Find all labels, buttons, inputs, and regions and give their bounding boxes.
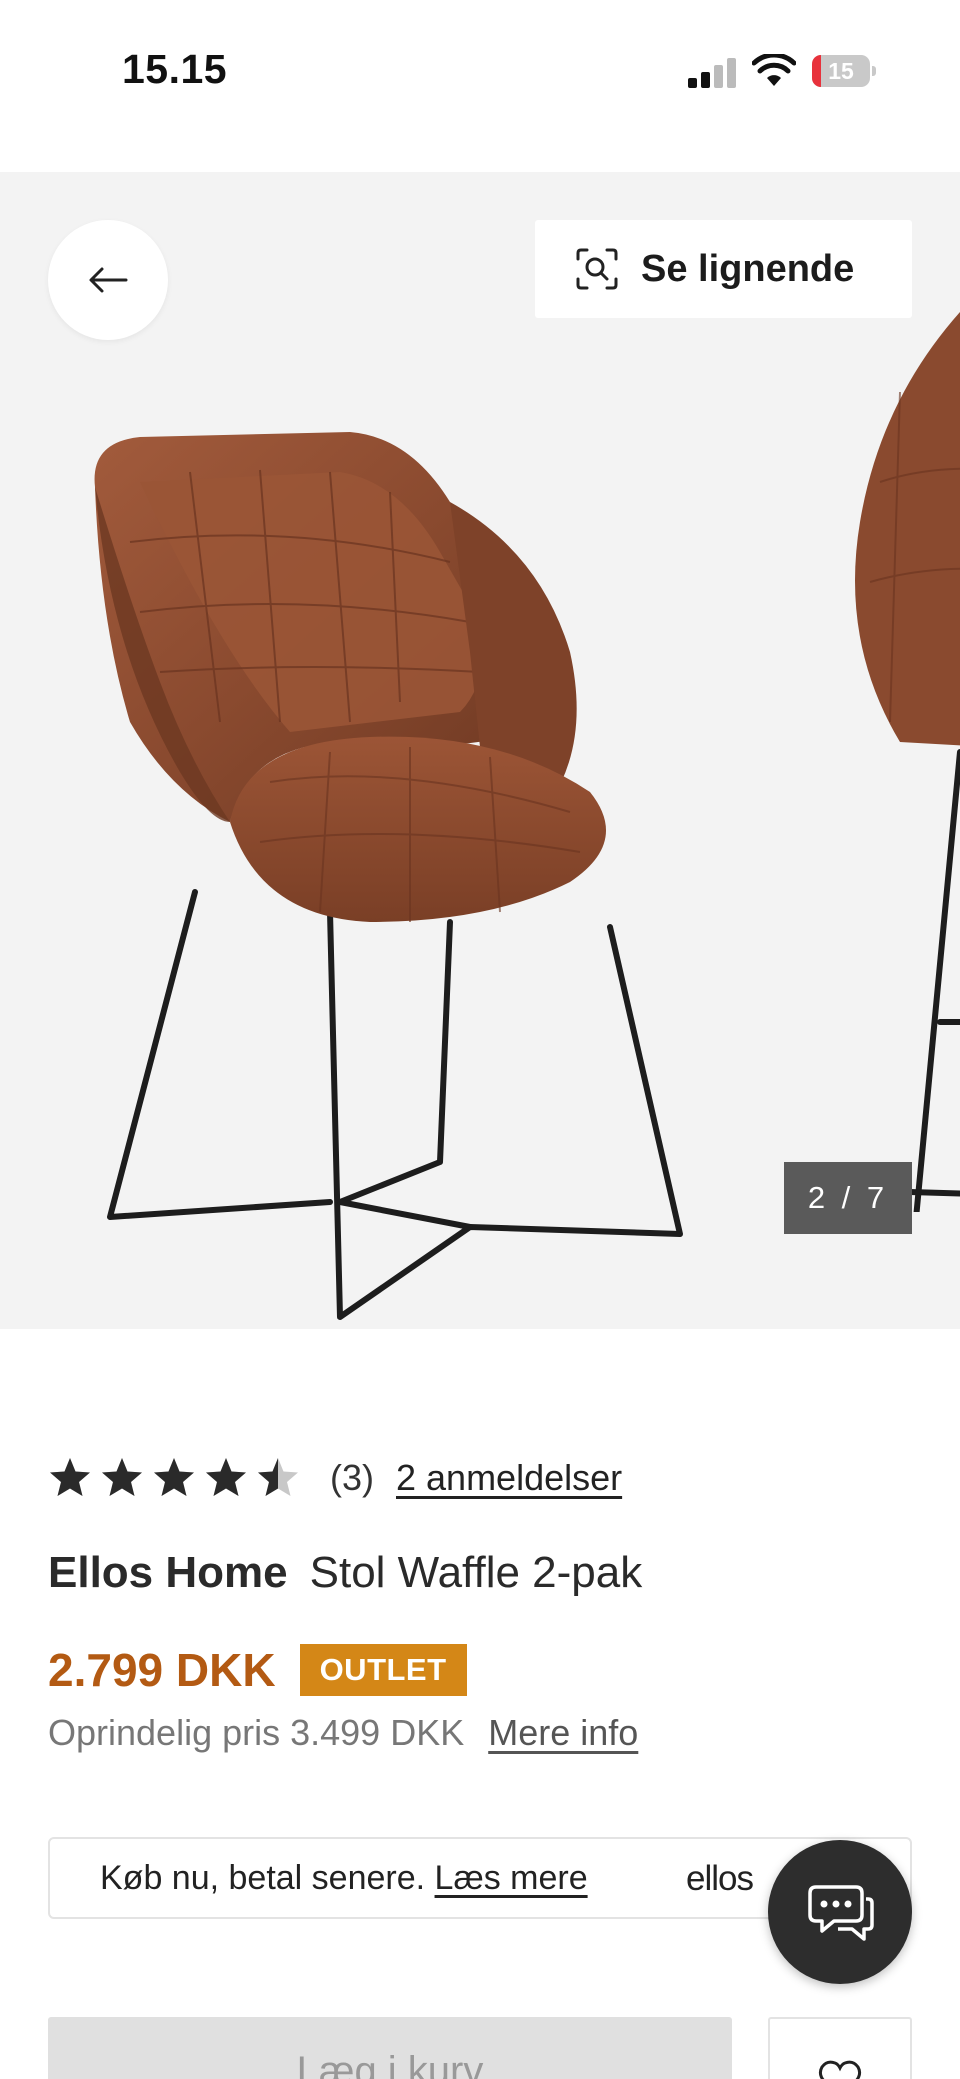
read-more-link[interactable]: Læs mere (435, 1859, 588, 1897)
rating-row: (3) 2 anmeldelser (48, 1450, 622, 1506)
star-icon (50, 1458, 90, 1496)
reviews-link[interactable]: 2 anmeldelser (396, 1457, 622, 1499)
product-image-gallery[interactable]: Se lignende 2 / 7 (0, 172, 960, 1329)
heart-icon (818, 2060, 862, 2079)
product-brand: Ellos Home (48, 1548, 288, 1597)
original-price-row: Oprindelig pris 3.499 DKK Mere info (48, 1712, 638, 1754)
favorite-button[interactable] (768, 2017, 912, 2079)
status-time: 15.15 (122, 46, 228, 92)
back-button[interactable] (48, 220, 168, 340)
see-similar-label: Se lignende (641, 247, 855, 290)
image-counter: 2 / 7 (784, 1162, 912, 1234)
status-bar: 15.15 15 (0, 0, 960, 172)
product-title: Ellos Home Stol Waffle 2-pak (48, 1548, 642, 1598)
arrow-left-icon (89, 267, 128, 293)
add-to-cart-button[interactable]: Læg i kurv (48, 2017, 732, 2079)
price-row: 2.799 DKK OUTLET (48, 1643, 467, 1697)
star-icon (258, 1458, 298, 1496)
visual-search-icon (576, 248, 618, 290)
star-icon (154, 1458, 194, 1496)
product-name: Stol Waffle 2-pak (309, 1548, 643, 1597)
bnpl-text-row: Køb nu, betal senere. Læs mere (100, 1859, 588, 1898)
chat-bubble-icon (808, 1885, 874, 1941)
star-rating (48, 1456, 308, 1500)
wifi-icon (752, 54, 796, 86)
more-info-link[interactable]: Mere info (488, 1712, 638, 1753)
cellular-signal-icon (688, 58, 738, 88)
outlet-badge: OUTLET (299, 1644, 467, 1696)
rating-count: (3) (330, 1457, 374, 1498)
battery-icon: 15 (812, 55, 876, 87)
add-to-cart-label: Læg i kurv (296, 2049, 484, 2079)
product-price: 2.799 DKK (48, 1644, 276, 1696)
next-product-image (855, 312, 960, 1212)
ellos-logo: ellos (686, 1859, 754, 1898)
star-icon (102, 1458, 142, 1496)
star-icon (206, 1458, 246, 1496)
product-image (94, 432, 683, 1320)
battery-level: 15 (828, 58, 854, 84)
original-price: Oprindelig pris 3.499 DKK (48, 1712, 465, 1753)
see-similar-button[interactable]: Se lignende (535, 220, 912, 318)
chat-button[interactable] (768, 1840, 912, 1984)
bnpl-text: Køb nu, betal senere. (100, 1859, 426, 1897)
